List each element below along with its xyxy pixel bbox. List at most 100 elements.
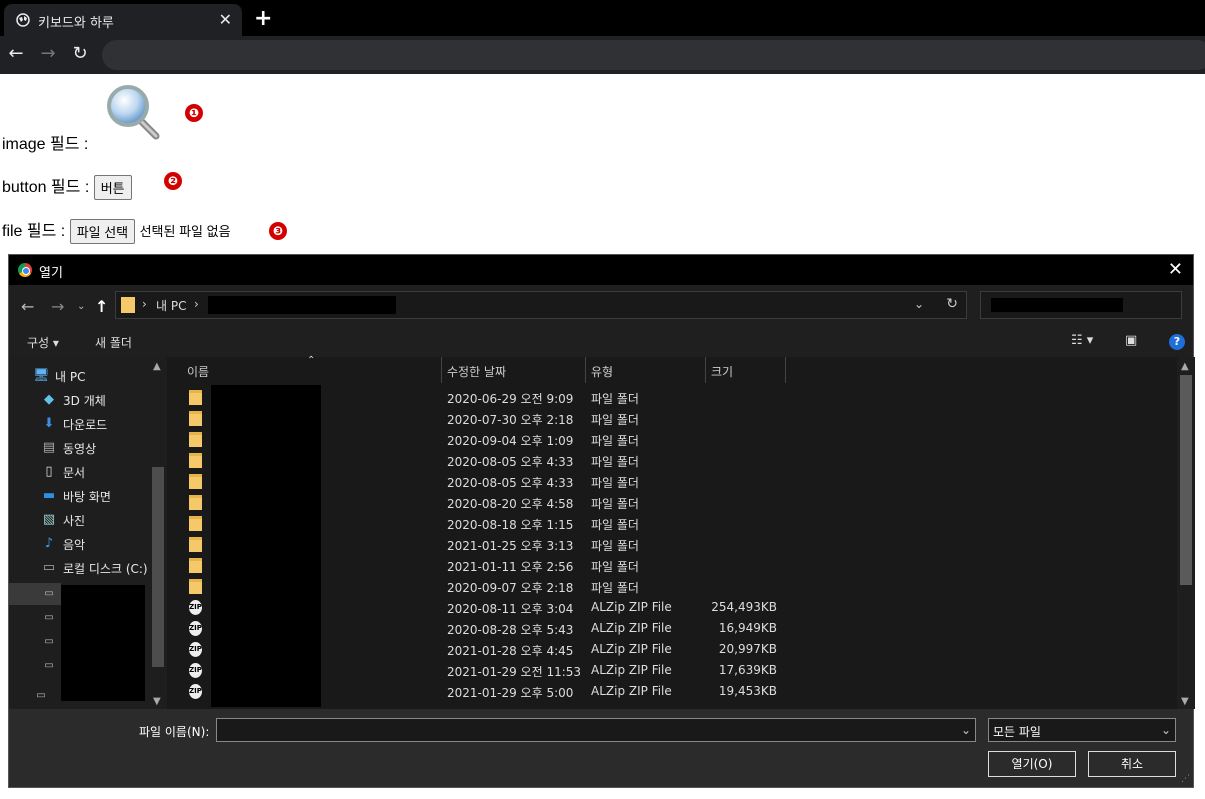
file-date: 2020-08-05 오후 4:33 — [447, 455, 574, 469]
recent-dropdown-icon[interactable]: ⌄ — [77, 301, 85, 312]
file-scrollbar[interactable]: ▲ ▼ — [1177, 357, 1195, 709]
path-bar[interactable]: › 내 PC › ⌄ ↻ — [115, 291, 967, 319]
nav-item-drive[interactable]: ▭ — [9, 583, 61, 605]
file-type: 파일 폴더 — [591, 497, 639, 511]
scroll-down-icon[interactable]: ▼ — [153, 696, 161, 707]
column-divider[interactable] — [585, 357, 586, 383]
open-button[interactable]: 열기(O) — [988, 751, 1076, 777]
tab-close-icon[interactable]: ✕ — [219, 10, 232, 29]
file-date: 2021-01-29 오후 5:00 — [447, 686, 574, 700]
nav-item-desktop[interactable]: ▬ 바탕 화면 — [9, 485, 149, 507]
new-tab-button[interactable]: + — [254, 6, 272, 31]
file-type: 파일 폴더 — [591, 560, 639, 574]
file-type: 파일 폴더 — [591, 392, 639, 406]
file-type: ALZip ZIP File — [591, 621, 672, 635]
up-icon[interactable]: ↑ — [95, 297, 108, 316]
sort-asc-icon: ⌃ — [307, 355, 316, 366]
forward-icon[interactable]: → — [38, 44, 58, 64]
column-size[interactable]: 크기 — [711, 363, 733, 380]
cancel-button[interactable]: 취소 — [1088, 751, 1176, 777]
chevron-right-icon: › — [194, 297, 199, 311]
nav-item-drive[interactable]: ▭ — [9, 655, 61, 677]
marker-1: ❶ — [185, 104, 203, 122]
nav-item-label: 동영상 — [63, 442, 97, 456]
image-field-label: image 필드 : — [2, 136, 89, 153]
nav-item-documents[interactable]: ▯ 문서 — [9, 461, 149, 483]
back-icon[interactable]: ← — [6, 44, 26, 64]
chrome-icon — [18, 263, 32, 277]
refresh-icon[interactable]: ↻ — [946, 296, 958, 312]
back-icon[interactable]: ← — [21, 297, 34, 316]
redacted-path — [208, 296, 396, 314]
nav-item-network[interactable]: ▭ — [9, 685, 61, 707]
dialog-title: 열기 — [39, 266, 63, 281]
tab-title: 키보드와 하루 — [38, 16, 114, 31]
scroll-thumb[interactable] — [1180, 375, 1192, 585]
nav-item-label: 사진 — [63, 514, 86, 528]
chevron-down-icon[interactable]: ⌄ — [914, 297, 924, 311]
cube-icon: ◆ — [44, 392, 54, 407]
file-date: 2021-01-11 오후 2:56 — [447, 560, 574, 574]
browser-chrome: 키보드와 하루 ✕ + ← → ↻ — [0, 0, 1205, 74]
zip-file-icon: ZIP — [189, 642, 202, 657]
nav-item-3d[interactable]: ◆ 3D 개체 — [9, 389, 149, 411]
file-type: 파일 폴더 — [591, 413, 639, 427]
button-field-row: button 필드 : 버튼 — [2, 173, 132, 201]
file-type: 파일 폴더 — [591, 581, 639, 595]
new-folder-button[interactable]: 새 폴더 — [95, 334, 132, 351]
scroll-up-icon[interactable]: ▲ — [1181, 361, 1189, 372]
search-input[interactable] — [980, 291, 1182, 319]
help-icon[interactable]: ? — [1169, 334, 1185, 350]
column-divider[interactable] — [785, 357, 786, 383]
nav-item-downloads[interactable]: ⬇ 다운로드 — [9, 413, 149, 435]
magnifier-image-button[interactable] — [102, 82, 162, 142]
organize-menu[interactable]: 구성 ▾ — [27, 334, 59, 351]
nav-item-pictures[interactable]: ▧ 사진 — [9, 509, 149, 531]
file-choose-button[interactable]: 파일 선택 — [69, 219, 136, 245]
file-date: 2021-01-29 오전 11:53 — [447, 665, 582, 679]
download-icon: ⬇ — [43, 416, 55, 431]
nav-item-label: 내 PC — [55, 370, 86, 384]
reload-icon[interactable]: ↻ — [70, 44, 90, 64]
scroll-up-icon[interactable]: ▲ — [153, 361, 161, 372]
preview-pane-icon[interactable]: ▣ — [1125, 333, 1137, 348]
nav-item-drive[interactable]: ▭ — [9, 607, 61, 629]
filename-input[interactable]: ⌄ — [216, 718, 976, 742]
desktop-icon: ▬ — [42, 488, 56, 503]
page-content: image 필드 : ❶ button 필드 : 버튼 ❷ file 필드 : … — [0, 74, 1205, 254]
chevron-down-icon[interactable]: ⌄ — [961, 723, 971, 737]
file-size: 19,453KB — [718, 684, 777, 698]
nav-item-local-disk[interactable]: ▭ 로컬 디스크 (C:) — [9, 557, 149, 579]
scroll-down-icon[interactable]: ▼ — [1181, 696, 1189, 707]
view-options-icon[interactable]: ☷ ▾ — [1071, 333, 1093, 348]
dialog-close-icon[interactable]: ✕ — [1168, 259, 1183, 280]
path-pc[interactable]: 내 PC — [156, 297, 186, 314]
column-date[interactable]: 수정한 날짜 — [447, 363, 506, 380]
network-drive-icon: ▭ — [36, 690, 46, 701]
column-divider[interactable] — [441, 357, 442, 383]
column-type[interactable]: 유형 — [591, 363, 613, 380]
file-type-select[interactable]: 모든 파일 ⌄ — [988, 718, 1176, 742]
monitor-icon: 🖥 — [33, 368, 50, 383]
drive-icon: ▭ — [44, 588, 54, 599]
nav-item-label: 바탕 화면 — [63, 490, 111, 504]
forward-icon[interactable]: → — [51, 297, 64, 316]
address-bar[interactable] — [102, 40, 1205, 70]
browser-tab[interactable]: 키보드와 하루 ✕ — [4, 4, 242, 36]
scroll-thumb[interactable] — [152, 467, 164, 667]
resize-grip-icon[interactable]: ⋰ — [1181, 774, 1190, 784]
zip-file-icon: ZIP — [189, 621, 202, 636]
marker-3: ❸ — [269, 222, 287, 240]
nav-item-label: 3D 개체 — [63, 394, 106, 408]
nav-item-music[interactable]: ♪ 음악 — [9, 533, 149, 555]
nav-scrollbar[interactable]: ▲ ▼ — [149, 357, 167, 709]
drive-icon: ▭ — [44, 612, 54, 623]
file-list: 이름 ⌃ 수정한 날짜 유형 크기 2020-06-29 오전 9:09 파일 폴… — [167, 355, 1195, 709]
nav-item-pc[interactable]: 🖥 내 PC — [9, 365, 149, 387]
button-field-button[interactable]: 버튼 — [93, 175, 132, 201]
column-divider[interactable] — [705, 357, 706, 383]
document-icon: ▯ — [45, 464, 53, 479]
nav-item-videos[interactable]: ▤ 동영상 — [9, 437, 149, 459]
column-name[interactable]: 이름 — [187, 363, 209, 380]
nav-item-drive[interactable]: ▭ — [9, 631, 61, 653]
